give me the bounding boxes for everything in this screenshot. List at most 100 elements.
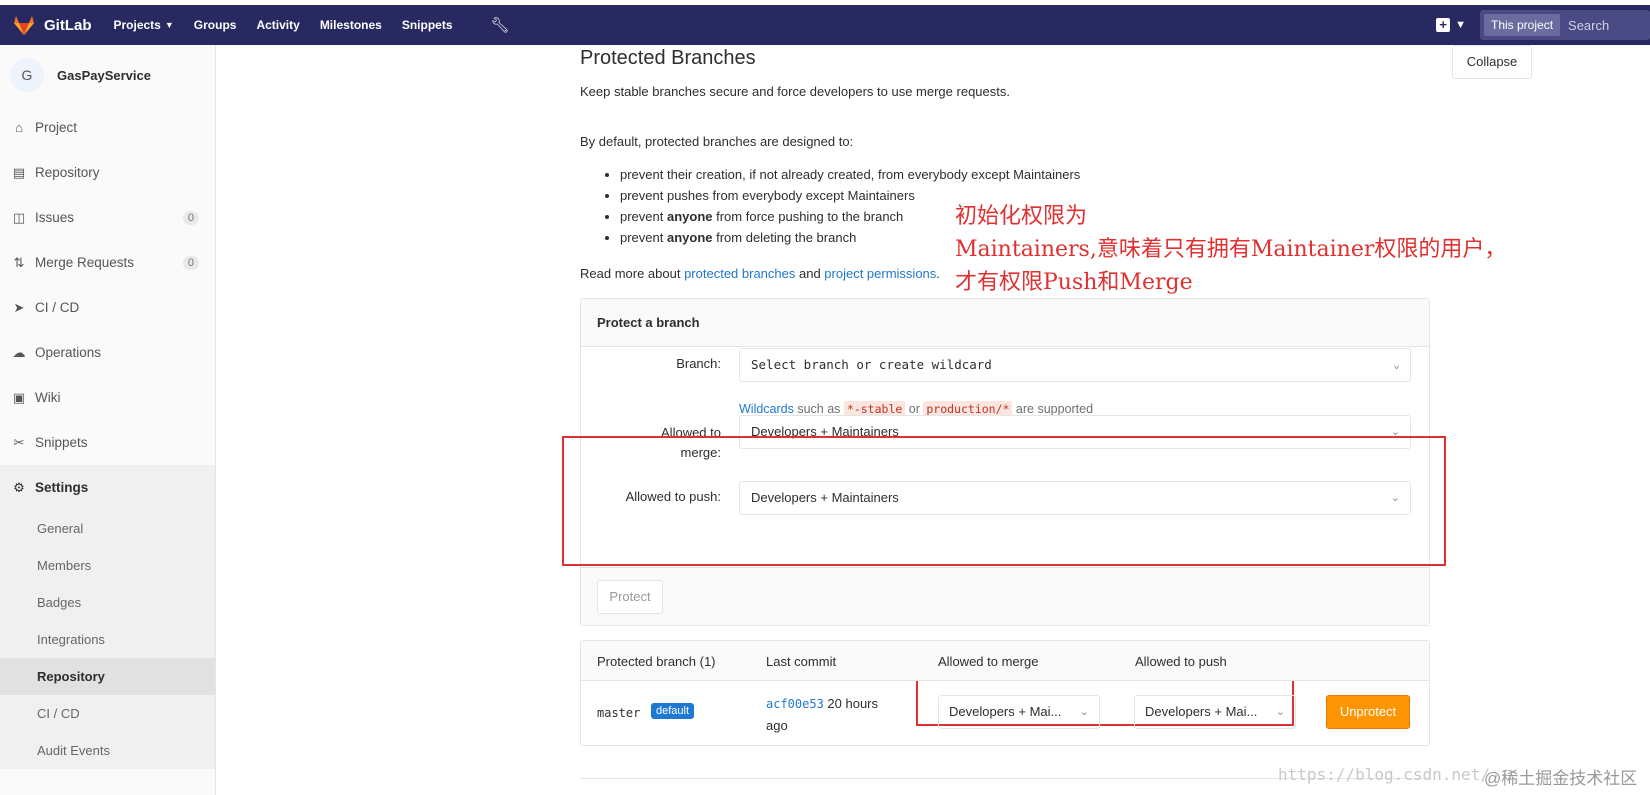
sidebar: G GasPayService ⌂ Project ▤ Repository ◫…	[0, 45, 216, 795]
bullet-text: prevent	[620, 230, 667, 245]
highlight-box	[562, 436, 1446, 566]
wiki-icon: ▣	[12, 389, 26, 405]
project-name: GasPayService	[57, 67, 151, 83]
commit-time: 20 hours	[823, 696, 878, 711]
book-icon: ▤	[12, 164, 26, 180]
sidebar-item-label: Repository	[35, 165, 100, 180]
annotation-line: 才有权限Push和Merge	[955, 270, 1193, 295]
sidebar-subitem-integrations[interactable]: Integrations	[0, 621, 215, 658]
sidebar-subitem-general[interactable]: General	[0, 510, 215, 547]
unprotect-button[interactable]: Unprotect	[1326, 695, 1410, 729]
panel-header: Protect a branch	[581, 299, 1429, 347]
sidebar-item-wiki[interactable]: ▣ Wiki	[0, 375, 215, 420]
chevron-down-icon: ▼	[1455, 19, 1466, 31]
merge-request-icon: ⇅	[13, 254, 25, 270]
nav-projects[interactable]: Projects ▼	[114, 18, 174, 32]
bullet-text: prevent their creation, if not already c…	[620, 167, 1081, 182]
sidebar-item-repository[interactable]: ▤ Repository	[0, 150, 215, 195]
sidebar-item-snippets[interactable]: ✂ Snippets	[0, 420, 215, 465]
commit-time: ago	[766, 718, 788, 733]
hint-text: such as	[793, 402, 844, 416]
bullet-bold: anyone	[666, 209, 713, 224]
collapse-button[interactable]: Collapse	[1452, 45, 1532, 79]
sidebar-item-ci-cd[interactable]: ➤ CI / CD	[0, 285, 215, 330]
nav-groups[interactable]: Groups	[194, 18, 237, 32]
main-content: Protected Branches Keep stable branches …	[580, 45, 1430, 99]
hint-text: are supported	[1012, 402, 1094, 416]
bullet-text: from force pushing to the branch	[712, 209, 904, 224]
branch-name: master	[597, 706, 641, 720]
sidebar-item-settings[interactable]: ⚙ Settings	[0, 465, 215, 510]
nav-activity[interactable]: Activity	[256, 18, 299, 32]
sidebar-subitem-repository[interactable]: Repository	[0, 658, 215, 695]
row-allowed-to-push-select[interactable]: Developers + Mai... ⌄	[1134, 695, 1296, 729]
sidebar-item-label: Project	[35, 120, 78, 135]
scissors-icon: ✂	[13, 434, 25, 450]
branch-label: Branch:	[676, 356, 721, 371]
sidebar-project-header[interactable]: G GasPayService	[0, 45, 215, 105]
search-box[interactable]: This project Search	[1480, 10, 1650, 40]
home-icon: ⌂	[15, 120, 23, 135]
project-avatar: G	[10, 58, 44, 92]
row-allowed-to-merge-select[interactable]: Developers + Mai... ⌄	[938, 695, 1100, 729]
plus-icon: +	[1436, 18, 1451, 32]
project-permissions-link[interactable]: project permissions	[824, 266, 936, 281]
chevron-down-icon: ▼	[164, 20, 174, 30]
gitlab-home-link[interactable]: GitLab	[12, 14, 114, 36]
cloud-gear-icon: ☁	[12, 344, 26, 360]
row-push-value: Developers + Mai...	[1145, 704, 1258, 719]
sidebar-item-merge-requests[interactable]: ⇅ Merge Requests 0	[0, 240, 215, 285]
readmore-mid: and	[795, 266, 825, 281]
branch-select[interactable]: Select branch or create wildcard ⌄	[739, 348, 1411, 382]
issues-count-badge: 0	[182, 210, 199, 225]
new-item-dropdown[interactable]: + ▼	[1436, 18, 1466, 32]
sidebar-item-label: Issues	[35, 210, 75, 225]
annotation-line: 初始化权限为	[955, 204, 1088, 229]
brand-name: GitLab	[44, 16, 92, 34]
branch-select-placeholder: Select branch or create wildcard	[751, 357, 992, 372]
gear-icon: ⚙	[13, 479, 25, 495]
sidebar-item-label: CI / CD	[35, 300, 80, 315]
readmore-pre: Read more about	[580, 266, 685, 281]
protected-branches-link[interactable]: protected branches	[684, 266, 795, 281]
bullet-text: prevent	[620, 209, 667, 224]
sidebar-subitem-members[interactable]: Members	[0, 547, 215, 584]
default-badge: default	[651, 703, 695, 719]
chevron-down-icon: ⌄	[1275, 706, 1285, 718]
last-commit-cell: acf00e53 20 hours ago	[766, 693, 878, 736]
sidebar-item-issues[interactable]: ◫ Issues 0	[0, 195, 215, 240]
hint-text: or	[905, 402, 924, 416]
sidebar-subitem-ci-cd[interactable]: CI / CD	[0, 695, 215, 732]
issues-icon: ◫	[12, 209, 26, 225]
sidebar-item-project[interactable]: ⌂ Project	[0, 105, 215, 150]
sidebar-subitem-audit-events[interactable]: Audit Events	[0, 732, 215, 769]
top-navbar: GitLab Projects ▼ Groups Activity Milesto…	[0, 0, 1650, 45]
sidebar-subitem-badges[interactable]: Badges	[0, 584, 215, 621]
rocket-icon: ➤	[13, 299, 25, 315]
sidebar-item-label: Snippets	[35, 435, 88, 450]
annotation-note: 初始化权限为 Maintainers,意味着只有拥有Maintainer权限的用…	[955, 200, 1506, 299]
protect-button[interactable]: Protect	[597, 580, 663, 614]
juejin-watermark: @稀土掘金技术社区	[1484, 769, 1638, 788]
protected-branches-table: Protected branch (1) Last commit Allowed…	[580, 640, 1430, 746]
nav-milestones[interactable]: Milestones	[320, 18, 382, 32]
intro-text: By default, protected branches are desig…	[580, 134, 854, 149]
wildcards-link[interactable]: Wildcards	[739, 402, 794, 416]
nav-projects-label: Projects	[113, 18, 161, 32]
gitlab-logo-icon	[14, 16, 34, 35]
search-input[interactable]: Search	[1568, 18, 1609, 33]
column-header: Allowed to merge	[938, 654, 1039, 669]
settings-submenu: General Members Badges Integrations Repo…	[0, 510, 215, 769]
panel-footer: Protect	[581, 567, 1429, 625]
bullet-text: from deleting the branch	[712, 230, 857, 245]
table-header: Protected branch (1) Last commit Allowed…	[581, 641, 1429, 681]
search-scope-badge: This project	[1484, 14, 1561, 36]
wrench-icon[interactable]: 🔧︎	[491, 16, 510, 34]
sidebar-item-operations[interactable]: ☁ Operations	[0, 330, 215, 375]
row-merge-value: Developers + Mai...	[949, 704, 1062, 719]
bullet-text: prevent pushes from everybody except Mai…	[620, 188, 915, 203]
read-more-text: Read more about protected branches and p…	[580, 266, 940, 281]
commit-sha-link[interactable]: acf00e53	[766, 697, 824, 711]
nav-snippets[interactable]: Snippets	[402, 18, 453, 32]
page-title: Protected Branches	[580, 47, 756, 69]
